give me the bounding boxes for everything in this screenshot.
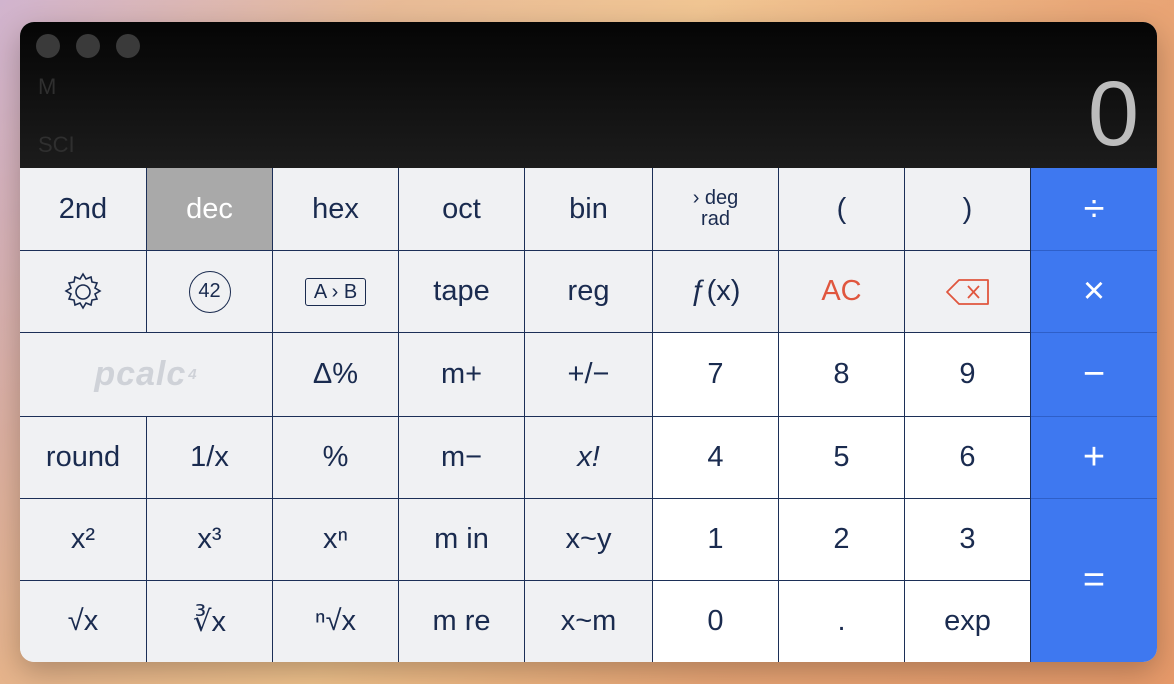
oct-mode-button[interactable]: oct (399, 168, 525, 251)
digit-4-button[interactable]: 4 (653, 417, 779, 499)
conversion-button[interactable]: A › B (273, 251, 399, 333)
functions-button[interactable]: ƒ(x) (653, 251, 779, 333)
rad-label: rad (701, 208, 730, 230)
conversion-icon: A › B (304, 277, 367, 306)
dec-mode-button[interactable]: dec (147, 168, 273, 251)
pcalc-logo: pcalc 4 (20, 333, 273, 417)
divide-button[interactable]: ÷ (1031, 168, 1157, 251)
minimize-window-button[interactable] (76, 34, 100, 58)
tape-button[interactable]: tape (399, 251, 525, 333)
nth-root-button[interactable]: ⁿ√x (273, 581, 399, 662)
digit-3-button[interactable]: 3 (905, 499, 1031, 581)
zoom-window-button[interactable] (116, 34, 140, 58)
digit-9-button[interactable]: 9 (905, 333, 1031, 417)
plus-button[interactable]: + (1031, 417, 1157, 499)
close-window-button[interactable] (36, 34, 60, 58)
cube-button[interactable]: x³ (147, 499, 273, 581)
display-value: 0 (1087, 63, 1139, 165)
digit-2-button[interactable]: 2 (779, 499, 905, 581)
digit-0-button[interactable]: 0 (653, 581, 779, 662)
factorial-button[interactable]: x! (525, 417, 653, 499)
all-clear-button[interactable]: AC (779, 251, 905, 333)
swap-xm-button[interactable]: x~m (525, 581, 653, 662)
memory-indicator: M (38, 74, 57, 99)
delta-percent-button[interactable]: Δ% (273, 333, 399, 417)
exponent-button[interactable]: exp (905, 581, 1031, 662)
digit-6-button[interactable]: 6 (905, 417, 1031, 499)
percent-button[interactable]: % (273, 417, 399, 499)
logo-text: pcalc (94, 355, 187, 393)
backspace-icon (945, 278, 989, 305)
digit-7-button[interactable]: 7 (653, 333, 779, 417)
decimal-point-button[interactable]: . (779, 581, 905, 662)
square-button[interactable]: x² (20, 499, 147, 581)
memory-recall-button[interactable]: m re (399, 581, 525, 662)
calculator-window: M SCI 0 2nd dec hex oct bin › deg rad ( … (20, 22, 1157, 662)
digit-1-button[interactable]: 1 (653, 499, 779, 581)
backspace-button[interactable] (905, 251, 1031, 333)
bin-mode-button[interactable]: bin (525, 168, 653, 251)
hex-mode-button[interactable]: hex (273, 168, 399, 251)
open-paren-button[interactable]: ( (779, 168, 905, 251)
cube-root-button[interactable]: ∛x (147, 581, 273, 662)
multiply-button[interactable]: × (1031, 251, 1157, 333)
settings-button[interactable] (20, 251, 147, 333)
digit-8-button[interactable]: 8 (779, 333, 905, 417)
square-root-button[interactable]: √x (20, 581, 147, 662)
power-n-button[interactable]: xⁿ (273, 499, 399, 581)
deg-label: › deg (692, 187, 739, 209)
memory-plus-button[interactable]: m+ (399, 333, 525, 417)
swap-xy-button[interactable]: x~y (525, 499, 653, 581)
keypad: 2nd dec hex oct bin › deg rad ( ) ÷ 42 A… (20, 168, 1157, 662)
minus-button[interactable]: − (1031, 333, 1157, 417)
mode-indicator: SCI (38, 132, 75, 157)
second-function-button[interactable]: 2nd (20, 168, 147, 251)
deg-rad-toggle-button[interactable]: › deg rad (653, 168, 779, 251)
register-button[interactable]: reg (525, 251, 653, 333)
digit-5-button[interactable]: 5 (779, 417, 905, 499)
equals-button[interactable]: = (1031, 499, 1157, 662)
plus-minus-button[interactable]: +/− (525, 333, 653, 417)
round-button[interactable]: round (20, 417, 147, 499)
gear-icon (64, 271, 102, 310)
constants-icon: 42 (188, 270, 231, 313)
logo-version: 4 (188, 366, 198, 383)
memory-in-button[interactable]: m in (399, 499, 525, 581)
display-panel: M SCI 0 (20, 22, 1157, 168)
reciprocal-button[interactable]: 1/x (147, 417, 273, 499)
close-paren-button[interactable]: ) (905, 168, 1031, 251)
constants-button[interactable]: 42 (147, 251, 273, 333)
memory-minus-button[interactable]: m− (399, 417, 525, 499)
